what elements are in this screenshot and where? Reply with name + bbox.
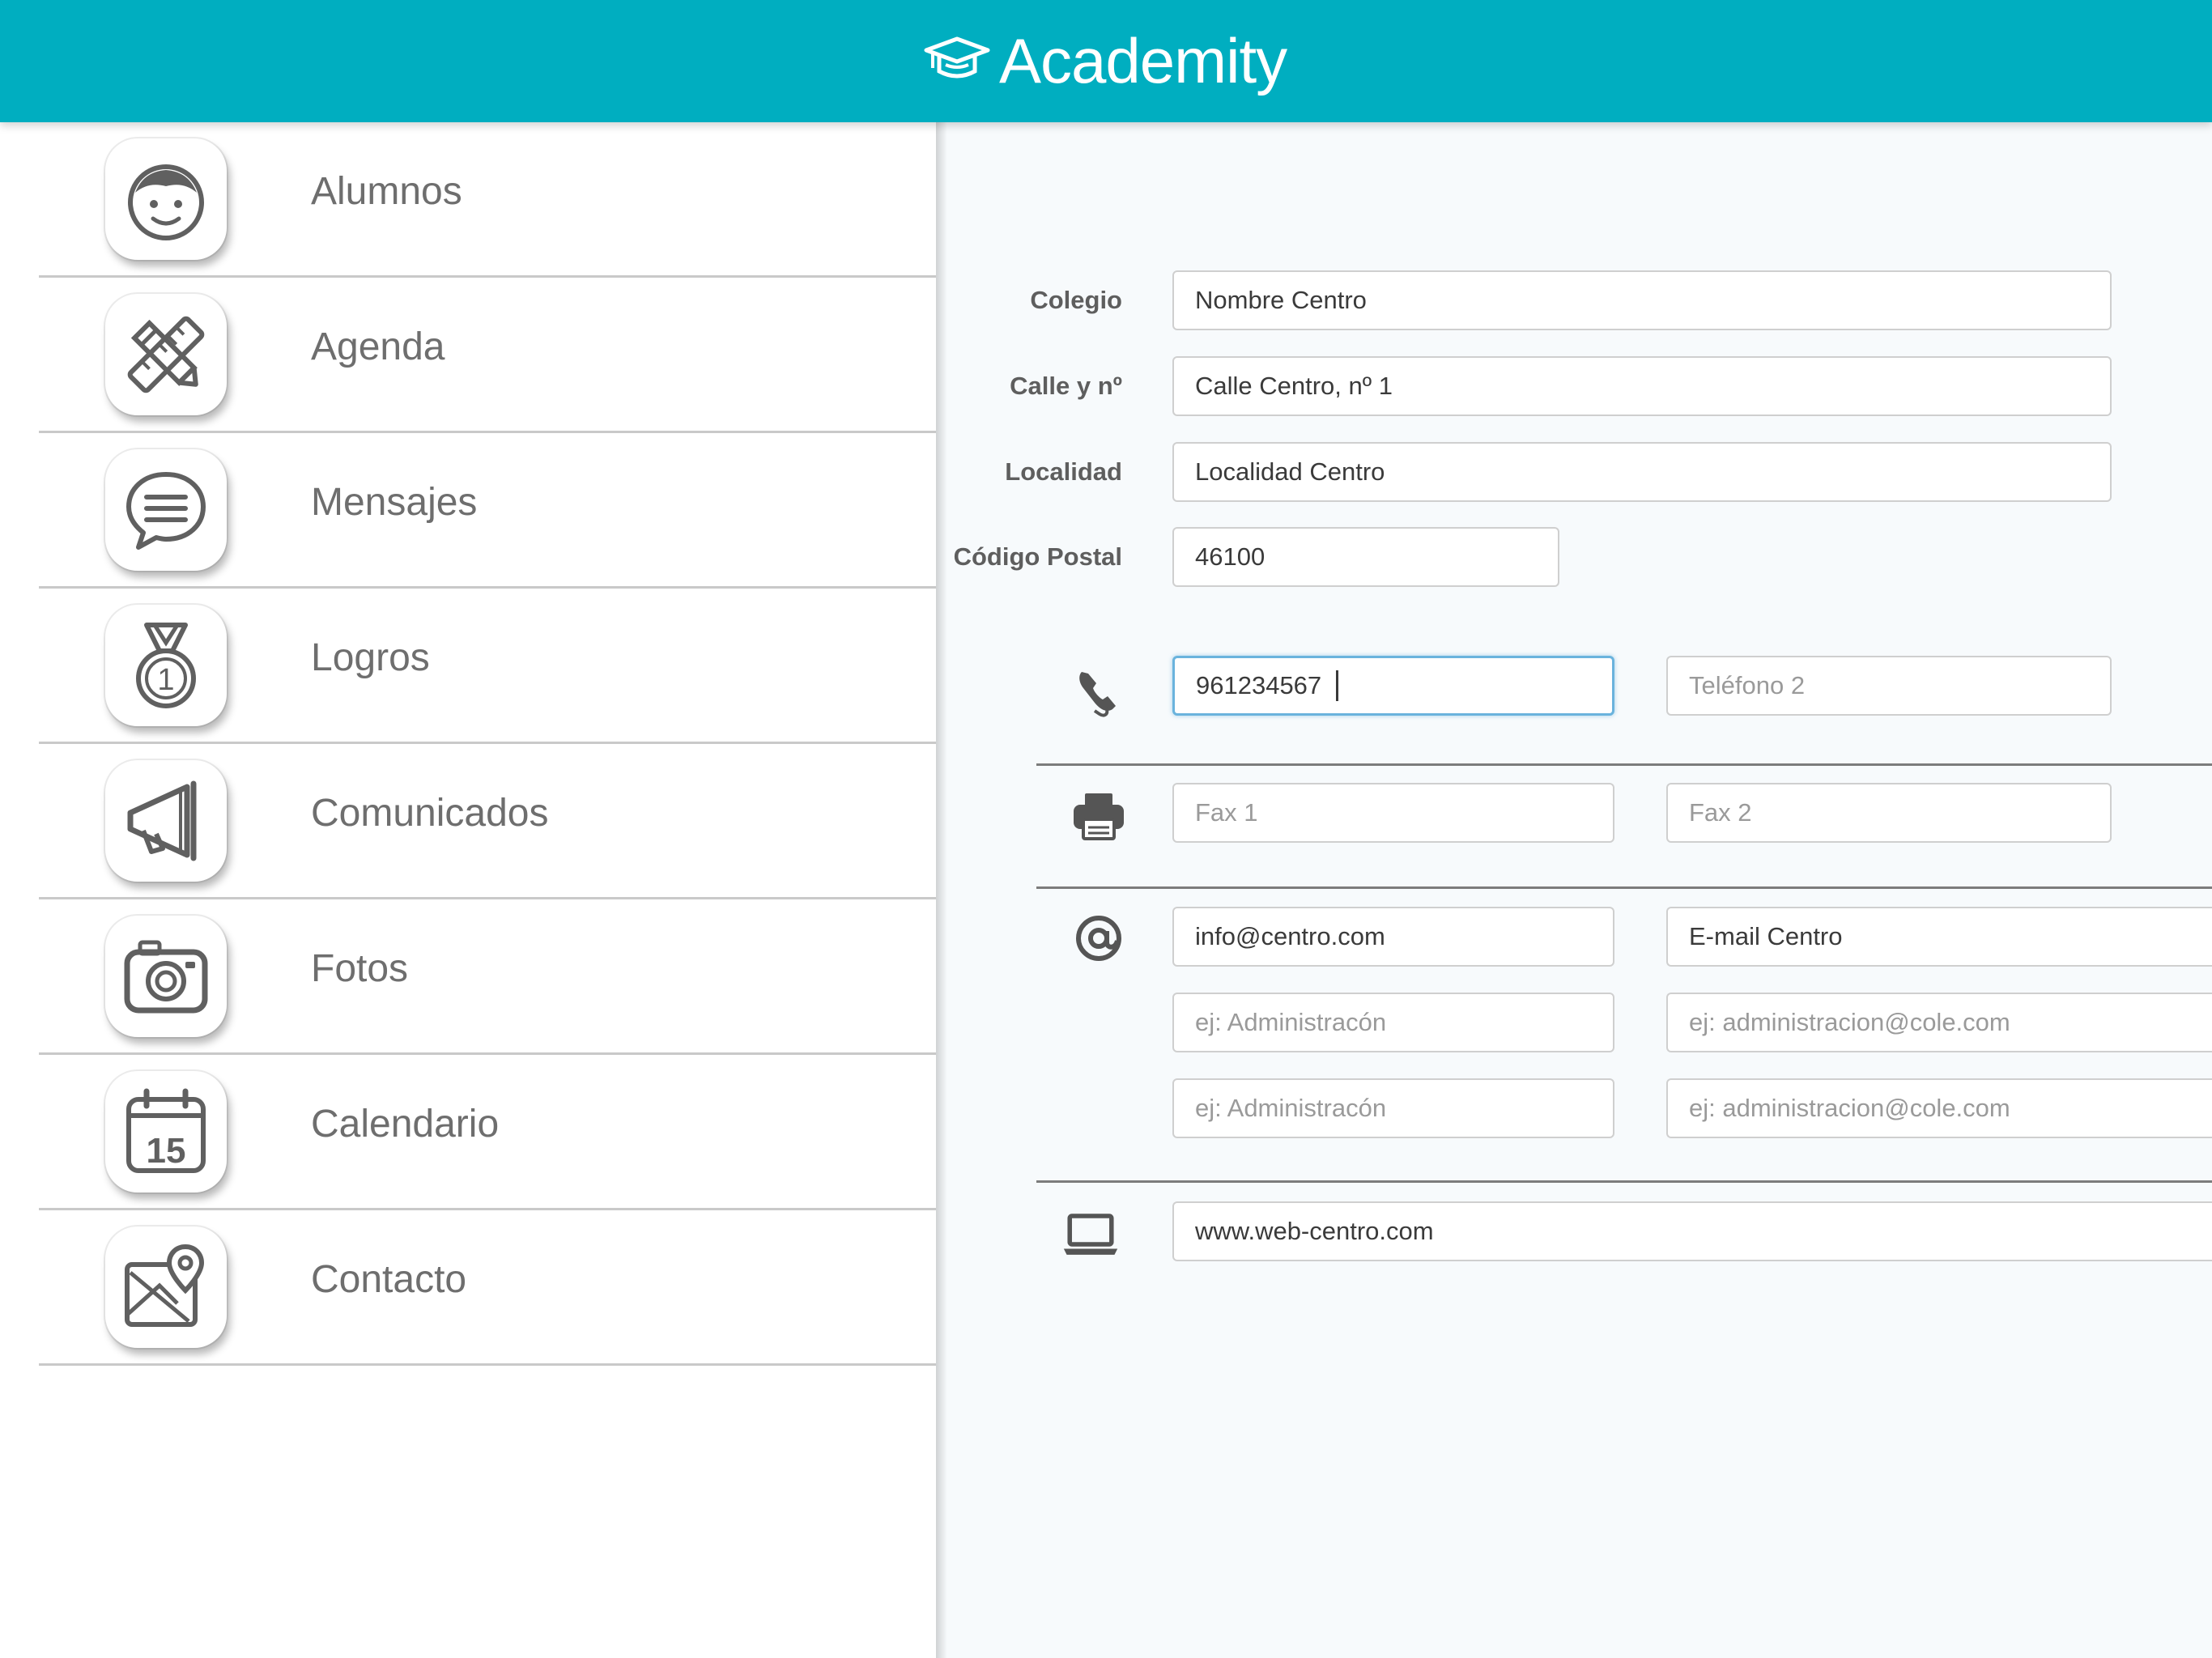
email-name-field[interactable] xyxy=(1172,907,1614,967)
brand-logo: Academity xyxy=(923,16,1287,105)
sidebar-item-label: Alumnos xyxy=(311,170,462,213)
sidebar-item-label: Agenda xyxy=(311,325,445,368)
medal-icon: 1 xyxy=(105,605,227,726)
sidebar-item-calendario[interactable]: 15 Calendario xyxy=(39,1055,936,1210)
pencil-ruler-icon xyxy=(105,294,227,415)
localidad-label: Localidad xyxy=(1005,457,1122,486)
calle-label: Calle y nº xyxy=(1010,372,1122,400)
sidebar-item-logros[interactable]: 1 Logros xyxy=(39,589,936,744)
sidebar-item-label: Mensajes xyxy=(311,481,478,524)
sidebar-item-alumnos[interactable]: Alumnos xyxy=(39,122,936,278)
calle-field[interactable] xyxy=(1172,356,2112,416)
email-address-field[interactable] xyxy=(1666,993,2212,1052)
sidebar-item-label: Comunicados xyxy=(311,792,549,835)
student-face-icon xyxy=(105,138,227,260)
calendar-icon: 15 xyxy=(105,1071,227,1192)
at-sign-icon xyxy=(1076,916,1121,961)
camera-icon xyxy=(105,916,227,1037)
panel-divider xyxy=(936,122,947,1658)
fax1-field[interactable] xyxy=(1172,783,1614,843)
colegio-label: Colegio xyxy=(1030,286,1122,314)
sidebar-item-label: Fotos xyxy=(311,947,409,990)
map-pin-icon xyxy=(105,1226,227,1348)
phone-icon xyxy=(1079,672,1116,717)
localidad-field[interactable] xyxy=(1172,442,2112,502)
megaphone-icon xyxy=(105,760,227,882)
telefono1-field[interactable] xyxy=(1172,656,1614,716)
section-divider xyxy=(1036,1180,2212,1183)
graduation-cap-icon xyxy=(924,36,990,79)
codigo-postal-field[interactable] xyxy=(1172,527,1559,587)
telefono2-field[interactable] xyxy=(1666,656,2112,716)
sidebar-item-label: Contacto xyxy=(311,1258,467,1301)
sidebar-item-mensajes[interactable]: Mensajes xyxy=(39,433,936,589)
contact-form-panel xyxy=(936,122,2212,1658)
printer-icon xyxy=(1074,793,1124,840)
sidebar-item-label: Calendario xyxy=(311,1103,500,1146)
email-name-field[interactable] xyxy=(1172,1078,1614,1138)
web-field[interactable] xyxy=(1172,1201,2212,1261)
text-caret xyxy=(1336,670,1338,701)
sidebar-item-fotos[interactable]: Fotos xyxy=(39,899,936,1055)
sidebar-item-agenda[interactable]: Agenda xyxy=(39,278,936,433)
section-divider xyxy=(1036,763,2212,766)
colegio-field[interactable] xyxy=(1172,270,2112,330)
app-header: Academity xyxy=(0,0,2212,122)
sidebar-menu: Alumnos Agenda Mensajes 1 Logros Comunic… xyxy=(0,122,936,1658)
sidebar-item-contacto[interactable]: Contacto xyxy=(39,1210,936,1366)
section-divider xyxy=(1036,886,2212,889)
email-name-field[interactable] xyxy=(1172,993,1614,1052)
email-address-field[interactable] xyxy=(1666,907,2212,967)
speech-bubble-icon xyxy=(105,449,227,571)
codigo-postal-label: Código Postal xyxy=(953,542,1122,571)
sidebar-item-comunicados[interactable]: Comunicados xyxy=(39,744,936,899)
calendar-day: 15 xyxy=(147,1131,186,1171)
sidebar-item-label: Logros xyxy=(311,636,430,679)
email-address-field[interactable] xyxy=(1666,1078,2212,1138)
fax2-field[interactable] xyxy=(1666,783,2112,843)
medal-number: 1 xyxy=(157,663,174,697)
laptop-icon xyxy=(1063,1214,1118,1255)
brand-name: Academity xyxy=(999,24,1287,96)
